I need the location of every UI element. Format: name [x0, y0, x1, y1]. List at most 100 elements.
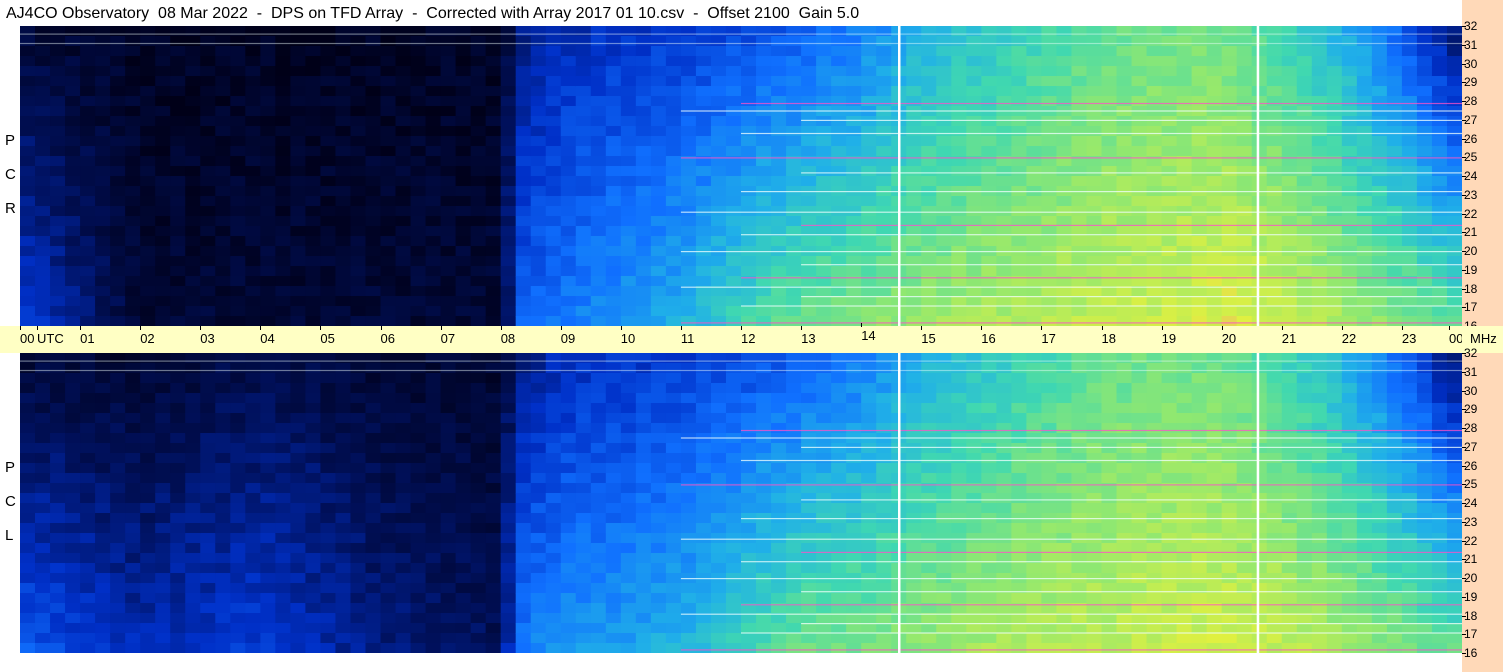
spectrogram-cell	[951, 593, 967, 604]
spectrogram-cell	[545, 246, 562, 257]
spectrogram-cell	[530, 126, 547, 137]
spectrogram-cell	[650, 76, 667, 87]
spectrogram-cell	[1221, 36, 1238, 47]
spectrogram-cell	[275, 593, 291, 604]
spectrogram-cell	[50, 296, 66, 307]
spectrogram-cell	[846, 96, 862, 107]
spectrogram-cell	[560, 46, 577, 57]
spectrogram-cell	[485, 593, 502, 604]
spectrogram-cell	[395, 443, 412, 454]
spectrogram-cell	[200, 166, 216, 177]
spectrogram-cell	[380, 623, 397, 634]
spectrogram-cell	[290, 166, 306, 177]
spectrogram-cell	[185, 106, 201, 117]
spectrogram-cell	[530, 483, 547, 494]
spectrogram-cell	[80, 533, 96, 544]
spectrogram-cell	[725, 26, 742, 37]
spectrogram-cell	[996, 593, 1012, 604]
spectrogram-cell	[470, 296, 487, 307]
spectrogram-cell	[710, 56, 727, 67]
spectrogram-cell	[35, 226, 51, 237]
spectrogram-cell	[1206, 206, 1223, 217]
spectrogram-cell	[215, 126, 231, 137]
spectrogram-cell	[1236, 76, 1253, 87]
spectrogram-cell	[1236, 236, 1253, 247]
spectrogram-cell	[620, 216, 637, 227]
spectrogram-cell	[80, 583, 96, 594]
spectrogram-cell	[470, 573, 487, 584]
spectrogram-cell	[275, 633, 291, 644]
spectrogram-cell	[125, 86, 141, 97]
spectrogram-cell	[260, 473, 276, 484]
spectrogram-cell	[365, 216, 382, 227]
spectrogram-cell	[395, 36, 412, 47]
spectrogram-cell	[1086, 46, 1103, 57]
spectrogram-cell	[185, 453, 201, 464]
spectrogram-cell	[575, 403, 592, 414]
spectrogram-cell	[801, 443, 817, 454]
spectrogram-cell	[650, 483, 667, 494]
spectrogram-cell	[455, 553, 472, 564]
spectrogram-cell	[245, 36, 261, 47]
spectrogram-cell	[605, 146, 622, 157]
spectrogram-cell	[710, 116, 727, 127]
spectrogram-cell	[1131, 56, 1148, 67]
spectrogram-cell	[1281, 86, 1298, 97]
spectrogram-cell	[1176, 196, 1193, 207]
time-tick-label: 17	[1041, 326, 1056, 346]
spectrogram-cell	[560, 56, 577, 67]
spectrogram-cell	[380, 96, 397, 107]
spectrogram-cell	[816, 453, 832, 464]
spectrogram-cell	[500, 126, 517, 137]
spectrogram-cell	[500, 613, 517, 624]
spectrogram-cell	[741, 523, 757, 534]
spectrogram-cell	[365, 166, 382, 177]
spectrogram-cell	[515, 413, 532, 424]
spectrogram-cell	[1011, 413, 1027, 424]
spectrogram-cell	[816, 523, 832, 534]
spectrogram-cell	[35, 403, 51, 414]
spectrogram-cell	[260, 443, 276, 454]
spectrogram-cell	[470, 583, 487, 594]
spectrogram-cell	[590, 643, 607, 653]
spectrogram-cell	[861, 206, 877, 217]
spectrogram-cell	[966, 403, 982, 414]
spectrogram-cell	[335, 463, 352, 474]
spectrogram-cell	[680, 296, 697, 307]
spectrogram-cell	[530, 573, 547, 584]
spectrogram-cell	[801, 266, 817, 277]
spectrogram-cell	[1026, 593, 1043, 604]
spectrogram-cell	[380, 36, 397, 47]
spectrogram-cell	[155, 216, 171, 227]
spectrogram-cell	[1416, 136, 1433, 147]
spectrogram-cell	[1416, 206, 1433, 217]
spectrogram-cell	[230, 443, 246, 454]
spectrogram-cell	[365, 126, 382, 137]
spectrogram-cell	[1251, 86, 1268, 97]
spectrogram-cell	[951, 126, 967, 137]
spectrogram-cell	[1431, 146, 1448, 157]
spectrogram-cell	[215, 453, 231, 464]
spectrogram-cell	[936, 66, 952, 77]
spectrogram-cell	[771, 236, 787, 247]
frequency-tick-label: 30	[1461, 56, 1478, 71]
spectrogram-cell	[1041, 236, 1058, 247]
spectrogram-cell	[290, 246, 306, 257]
spectrogram-cell	[245, 306, 261, 317]
spectrogram-cell	[1251, 306, 1268, 317]
spectrogram-cell	[575, 553, 592, 564]
spectrogram-cell	[290, 76, 306, 87]
spectrogram-cell	[921, 146, 937, 157]
spectrogram-cell	[966, 306, 982, 317]
spectrogram-cell	[1221, 316, 1238, 326]
spectrogram-cell	[200, 156, 216, 167]
spectrogram-cell	[545, 593, 562, 604]
spectrogram-cell	[395, 286, 412, 297]
time-tick-label: 04	[260, 326, 275, 346]
spectrogram-cell	[110, 206, 126, 217]
spectrogram-cell	[1326, 96, 1343, 107]
frequency-tick-label: 27	[1461, 112, 1478, 127]
spectrogram-cell	[335, 166, 352, 177]
spectrogram-cell	[756, 76, 772, 87]
spectrogram-cell	[680, 383, 697, 394]
